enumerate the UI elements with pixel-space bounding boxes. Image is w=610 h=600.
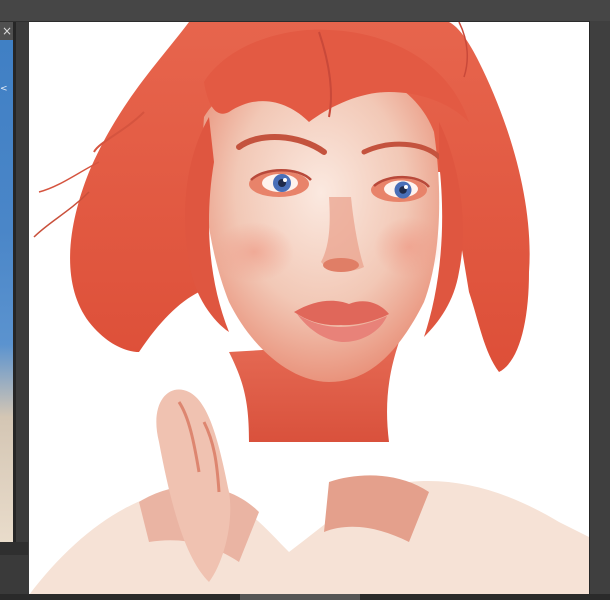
panel-resize-handle[interactable]: [16, 22, 28, 542]
scrollbar-thumb[interactable]: [240, 594, 360, 600]
portrait-painting: [29, 22, 589, 595]
close-icon[interactable]: ×: [0, 22, 14, 40]
navigator-arrow-icon: <: [0, 84, 8, 94]
right-panel-edge: [589, 21, 610, 600]
top-toolbar: [0, 0, 610, 22]
drawing-canvas[interactable]: [29, 22, 589, 595]
navigator-thumbnail[interactable]: <: [0, 22, 13, 542]
